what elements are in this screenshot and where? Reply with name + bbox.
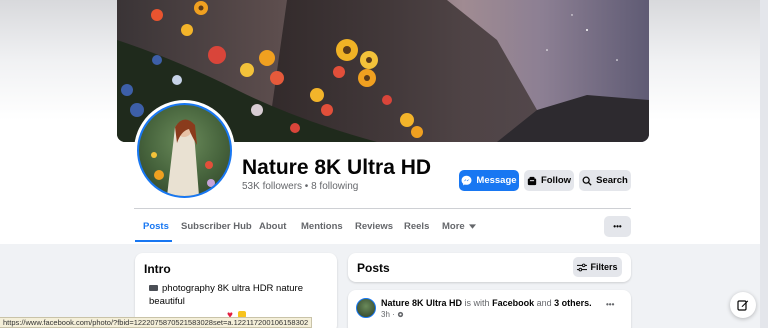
- intro-bio-text: photography 8K ultra HDR nature beautifu…: [149, 283, 303, 307]
- posts-header-card: Posts Filters: [348, 253, 631, 282]
- search-icon: [582, 176, 592, 186]
- caret-down-icon: [468, 224, 476, 229]
- post-and: and: [536, 298, 552, 308]
- tab-reviews[interactable]: Reviews: [355, 221, 393, 232]
- avatar: [137, 103, 232, 198]
- post-options-dots: •••: [606, 300, 615, 309]
- follow-button[interactable]: Follow: [524, 170, 574, 191]
- tab-about[interactable]: About: [259, 221, 286, 232]
- intro-bio: photography 8K ultra HDR nature beautifu…: [149, 282, 333, 322]
- post-options-button[interactable]: •••: [606, 298, 614, 310]
- intro-title: Intro: [144, 262, 171, 276]
- messenger-icon: [461, 175, 472, 186]
- message-label: Message: [476, 175, 517, 186]
- post-with-page-link[interactable]: Facebook: [492, 298, 534, 308]
- status-bar-url: https://www.facebook.com/photo/?fbid=122…: [0, 317, 313, 328]
- post-is-with: is with: [464, 298, 490, 308]
- tab-mentions[interactable]: Mentions: [301, 221, 343, 232]
- post-time-text: 3h ·: [381, 310, 395, 319]
- more-options-dots: •••: [613, 222, 622, 231]
- profile-picture[interactable]: [134, 100, 235, 201]
- search-label: Search: [596, 175, 628, 186]
- post-timestamp[interactable]: 3h ·: [381, 310, 404, 319]
- tab-more[interactable]: More: [442, 221, 476, 232]
- post-card: Nature 8K Ultra HD is with Facebook and …: [348, 290, 631, 328]
- post-author-link[interactable]: Nature 8K Ultra HD: [381, 298, 462, 308]
- filters-label: Filters: [590, 262, 618, 272]
- tab-posts[interactable]: Posts: [143, 221, 169, 232]
- filters-button[interactable]: Filters: [573, 257, 622, 277]
- compose-icon: [737, 300, 749, 311]
- filters-icon: [577, 263, 588, 271]
- search-button[interactable]: Search: [579, 170, 631, 191]
- more-options-button[interactable]: •••: [604, 216, 631, 237]
- post-header: Nature 8K Ultra HD is with Facebook and …: [381, 298, 592, 308]
- post-others-link[interactable]: 3 others.: [554, 298, 592, 308]
- camera-emoji-icon: [149, 285, 158, 292]
- tab-reels[interactable]: Reels: [404, 221, 429, 232]
- compose-message-button[interactable]: [730, 292, 756, 318]
- tab-more-label: More: [442, 221, 465, 232]
- post-author-avatar[interactable]: [356, 298, 376, 318]
- posts-title: Posts: [357, 261, 390, 275]
- follow-icon: [527, 176, 537, 185]
- message-button[interactable]: Message: [459, 170, 519, 191]
- page-title: Nature 8K Ultra HD: [242, 156, 432, 179]
- avatar-art: [151, 119, 215, 196]
- followers-count[interactable]: 53K followers • 8 following: [242, 181, 358, 192]
- active-tab-indicator: [135, 240, 172, 242]
- scrollbar-track[interactable]: [760, 0, 768, 328]
- tab-subscriber-hub[interactable]: Subscriber Hub: [181, 221, 252, 232]
- follow-label: Follow: [540, 175, 572, 186]
- tabs-divider: [134, 208, 631, 209]
- audience-settings-icon: [397, 312, 404, 318]
